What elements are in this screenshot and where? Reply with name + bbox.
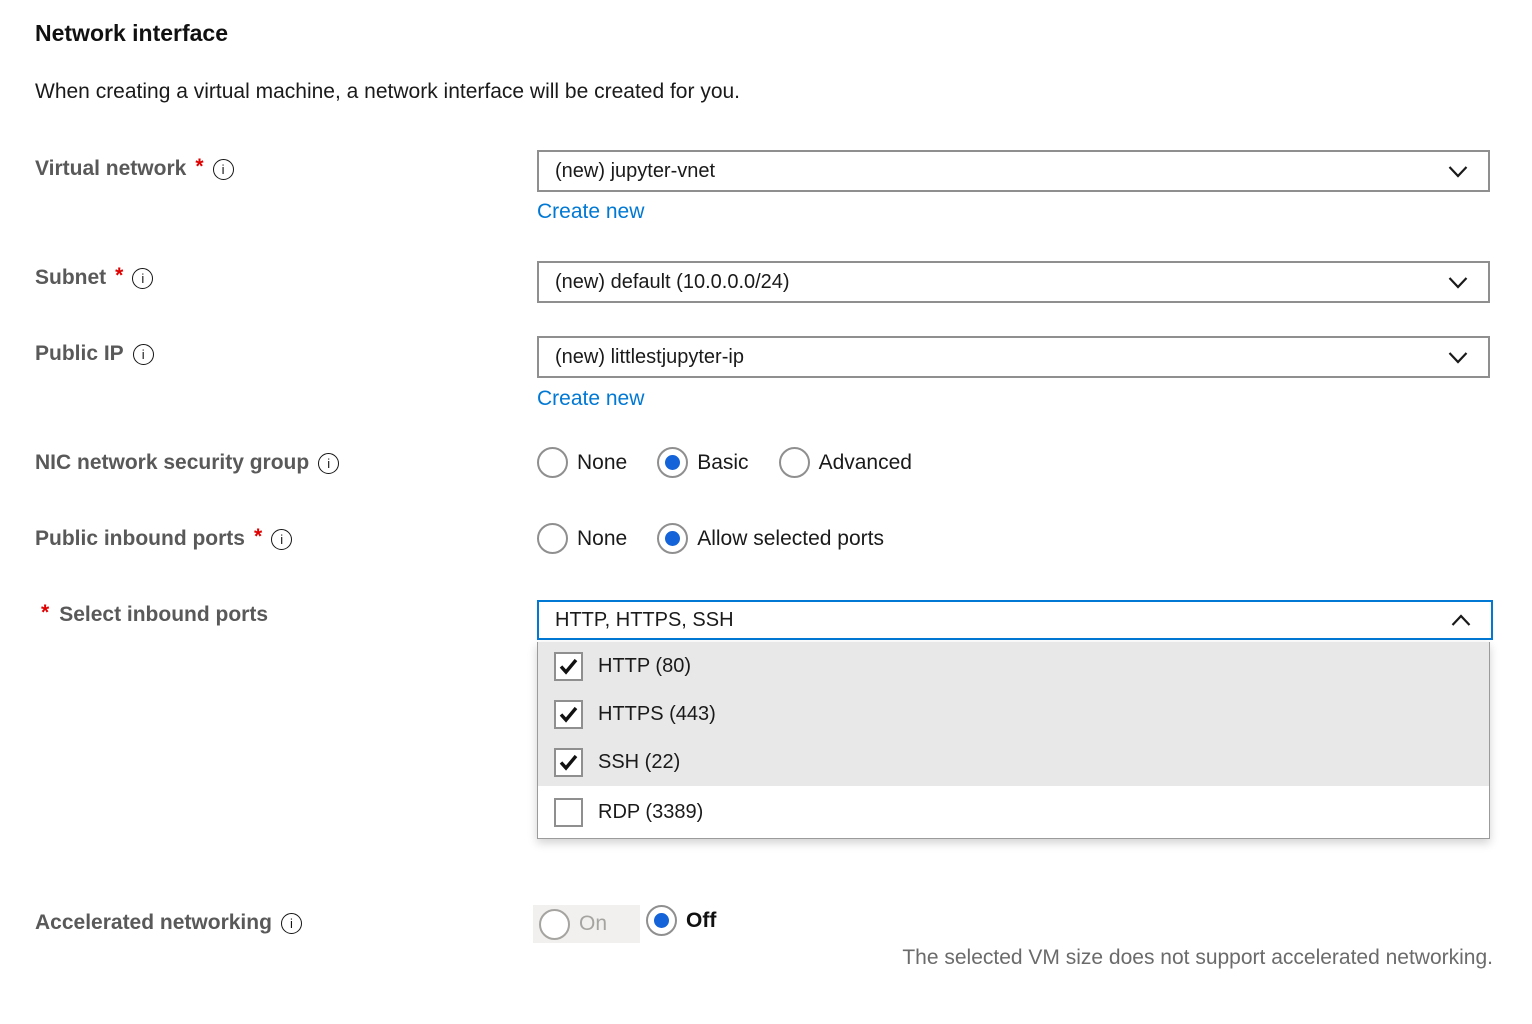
- required-asterisk: *: [195, 155, 203, 179]
- radio-icon[interactable]: [537, 523, 568, 554]
- accelerated-networking-off-option[interactable]: Off: [646, 905, 716, 936]
- info-icon[interactable]: [132, 268, 153, 289]
- required-asterisk: *: [115, 264, 123, 288]
- public-inbound-ports-label: Public inbound ports *: [35, 527, 292, 551]
- checkbox-checked-icon[interactable]: [554, 748, 583, 777]
- nic-nsg-radio-none[interactable]: None: [537, 447, 627, 478]
- inbound-ports-radio-allow-selected[interactable]: Allow selected ports: [657, 523, 884, 554]
- checkbox-checked-icon[interactable]: [554, 700, 583, 729]
- radio-selected-icon[interactable]: [646, 905, 677, 936]
- option-https-443[interactable]: HTTPS (443): [538, 690, 1489, 738]
- virtual-network-value: (new) jupyter-vnet: [555, 160, 715, 183]
- required-asterisk: *: [254, 525, 262, 549]
- inbound-ports-radio-none[interactable]: None: [537, 523, 627, 554]
- info-icon[interactable]: [133, 344, 154, 365]
- required-asterisk: *: [41, 601, 49, 625]
- radio-selected-icon[interactable]: [657, 447, 688, 478]
- public-ip-value: (new) littlestjupyter-ip: [555, 346, 744, 369]
- page-title: Network interface: [35, 20, 228, 47]
- virtual-network-dropdown[interactable]: (new) jupyter-vnet: [537, 150, 1490, 192]
- radio-selected-icon[interactable]: [657, 523, 688, 554]
- public-ip-dropdown[interactable]: (new) littlestjupyter-ip: [537, 336, 1490, 378]
- network-interface-form: Network interface When creating a virtua…: [0, 0, 1532, 1024]
- checkbox-checked-icon[interactable]: [554, 652, 583, 681]
- subnet-label: Subnet *: [35, 266, 153, 290]
- public-inbound-ports-radio-group: None Allow selected ports: [537, 523, 884, 554]
- info-icon[interactable]: [318, 453, 339, 474]
- accelerated-networking-on-option-disabled: On: [533, 905, 640, 943]
- select-inbound-ports-value: HTTP, HTTPS, SSH: [555, 609, 734, 632]
- select-inbound-ports-combobox[interactable]: HTTP, HTTPS, SSH: [537, 600, 1493, 640]
- nic-nsg-radio-group: None Basic Advanced: [537, 447, 912, 478]
- chevron-down-icon[interactable]: [1448, 351, 1468, 364]
- chevron-down-icon[interactable]: [1448, 165, 1468, 178]
- virtual-network-label: Virtual network *: [35, 157, 234, 181]
- radio-disabled-icon: [539, 909, 570, 940]
- chevron-down-icon[interactable]: [1448, 276, 1468, 289]
- nic-nsg-radio-basic[interactable]: Basic: [657, 447, 748, 478]
- public-ip-label: Public IP: [35, 342, 154, 366]
- option-http-80[interactable]: HTTP (80): [538, 642, 1489, 690]
- subnet-value: (new) default (10.0.0.0/24): [555, 271, 790, 294]
- chevron-up-icon[interactable]: [1451, 614, 1471, 627]
- info-icon[interactable]: [271, 529, 292, 550]
- checkbox-unchecked-icon[interactable]: [554, 798, 583, 827]
- create-new-vnet-link[interactable]: Create new: [537, 200, 644, 224]
- option-ssh-22[interactable]: SSH (22): [538, 738, 1489, 786]
- nic-nsg-label: NIC network security group: [35, 451, 339, 475]
- info-icon[interactable]: [281, 913, 302, 934]
- create-new-public-ip-link[interactable]: Create new: [537, 387, 644, 411]
- subnet-dropdown[interactable]: (new) default (10.0.0.0/24): [537, 261, 1490, 303]
- nic-nsg-radio-advanced[interactable]: Advanced: [779, 447, 912, 478]
- accelerated-networking-note: The selected VM size does not support ac…: [902, 946, 1493, 970]
- select-inbound-ports-label: *Select inbound ports: [41, 603, 268, 627]
- accelerated-networking-label: Accelerated networking: [35, 911, 302, 935]
- page-description: When creating a virtual machine, a netwo…: [35, 80, 740, 104]
- info-icon[interactable]: [213, 159, 234, 180]
- option-rdp-3389[interactable]: RDP (3389): [538, 786, 1489, 838]
- radio-icon[interactable]: [537, 447, 568, 478]
- inbound-ports-option-list: HTTP (80) HTTPS (443) SSH (22) RDP (3389…: [537, 642, 1490, 839]
- radio-icon[interactable]: [779, 447, 810, 478]
